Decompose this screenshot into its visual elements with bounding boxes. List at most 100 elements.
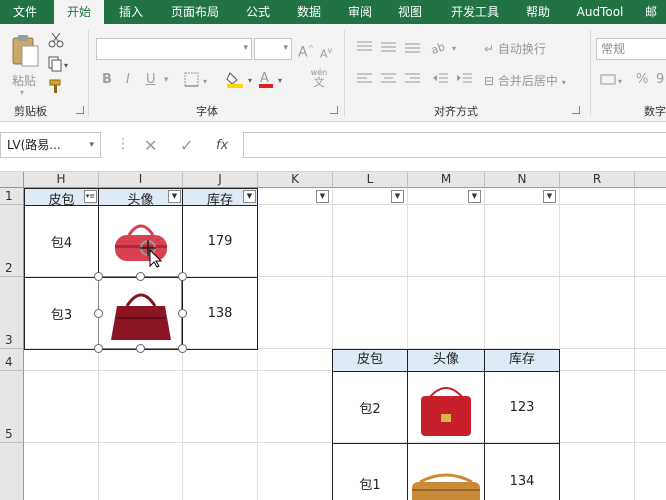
underline-button[interactable]: U xyxy=(146,72,156,88)
font-size-combo[interactable]: ▾ xyxy=(254,38,292,60)
tab-mail[interactable]: 邮 xyxy=(636,0,666,24)
font-name-combo[interactable]: ▾ xyxy=(96,38,252,60)
name-box[interactable]: LV(路易... ▾ xyxy=(0,132,101,158)
filter-dropdown-icon[interactable]: ▼ xyxy=(468,190,481,203)
column-header-n[interactable]: N xyxy=(485,172,560,188)
picture-selection-box xyxy=(98,276,182,349)
tab-help[interactable]: 帮助 xyxy=(516,0,560,24)
table-row-cell[interactable]: 包4 xyxy=(25,206,99,278)
resize-handle[interactable] xyxy=(94,272,103,281)
table-row-cell[interactable]: 包3 xyxy=(25,278,99,350)
number-format-combo[interactable]: 常规 xyxy=(596,38,666,60)
comma-button[interactable]: 9 xyxy=(656,72,664,88)
column-header-r[interactable]: R xyxy=(560,172,635,188)
cancel-icon[interactable]: ✕ xyxy=(144,136,157,155)
align-center-icon[interactable] xyxy=(380,72,398,86)
font-launcher[interactable] xyxy=(330,106,338,114)
tab-developer[interactable]: 开发工具 xyxy=(440,0,510,24)
shrink-font-button[interactable]: Av xyxy=(320,43,332,63)
underline-dropdown[interactable]: ▾ xyxy=(164,72,169,88)
paste-label: 粘贴 xyxy=(12,74,37,88)
font-color-icon[interactable]: A ▾ xyxy=(258,70,286,88)
table-row-cell[interactable]: 179 xyxy=(183,206,258,278)
row-header-5[interactable]: 5 xyxy=(0,371,24,443)
resize-handle[interactable] xyxy=(178,272,187,281)
table-row-cell[interactable]: 138 xyxy=(183,278,258,350)
enter-icon[interactable]: ✓ xyxy=(180,136,193,155)
resize-handle[interactable] xyxy=(94,344,103,353)
resize-handle[interactable] xyxy=(94,309,103,318)
table-row-cell[interactable] xyxy=(408,372,485,444)
filter-dropdown-icon[interactable]: ▼ xyxy=(168,190,181,203)
table-row-cell[interactable]: 包1 xyxy=(333,444,408,500)
tab-file[interactable]: 文件 xyxy=(0,0,50,24)
increase-indent-icon[interactable] xyxy=(456,72,474,86)
tab-view[interactable]: 视图 xyxy=(388,0,432,24)
column-header-k[interactable]: K xyxy=(258,172,333,188)
filter-dropdown-icon[interactable]: ▼ xyxy=(543,190,556,203)
svg-text:A: A xyxy=(260,71,269,86)
row-header-3[interactable]: 3 xyxy=(0,277,24,349)
italic-button[interactable]: I xyxy=(126,72,130,88)
grow-font-button[interactable]: A^ xyxy=(298,41,314,61)
fx-icon[interactable]: fx xyxy=(216,138,228,153)
column-header-i[interactable]: I xyxy=(99,172,183,188)
filter-dropdown-icon[interactable]: ▼ xyxy=(243,190,256,203)
merge-center-button[interactable]: ⊟ 合并后居中 ▾ xyxy=(484,72,566,89)
resize-handle[interactable] xyxy=(136,272,145,281)
formula-input[interactable] xyxy=(243,132,666,158)
align-right-icon[interactable] xyxy=(404,72,422,86)
align-bottom-icon[interactable] xyxy=(404,40,422,54)
phonetic-guide-button[interactable]: wén 文 xyxy=(304,68,334,92)
table-row-cell[interactable]: 包2 xyxy=(333,372,408,444)
resize-handle[interactable] xyxy=(136,344,145,353)
column-header-h[interactable]: H xyxy=(24,172,99,188)
copy-icon[interactable]: ▾ xyxy=(48,56,70,72)
column-header-j[interactable]: J xyxy=(183,172,258,188)
resize-handle[interactable] xyxy=(178,309,187,318)
fill-color-icon[interactable]: ▾ xyxy=(226,70,256,88)
filter-dropdown-icon[interactable]: ▼ xyxy=(391,190,404,203)
filter-active-icon[interactable]: ▾≡ xyxy=(84,190,97,203)
tab-insert[interactable]: 插入 xyxy=(108,0,154,24)
column-header-l[interactable]: L xyxy=(333,172,408,188)
bold-button[interactable]: B xyxy=(102,72,112,88)
select-all-corner[interactable] xyxy=(0,172,24,188)
align-middle-icon[interactable] xyxy=(380,40,398,54)
handbag-picture[interactable] xyxy=(410,472,482,500)
table-1-header-cell: 库存 ▼ xyxy=(183,189,258,208)
handbag-picture[interactable] xyxy=(413,378,479,438)
table-row-cell[interactable]: 123 xyxy=(485,372,560,444)
scissors-icon[interactable] xyxy=(48,32,64,48)
tab-audtool[interactable]: AudTool xyxy=(568,0,632,24)
alignment-launcher[interactable] xyxy=(572,106,580,114)
tab-page-layout[interactable]: 页面布局 xyxy=(160,0,230,24)
row-header-4[interactable]: 4 xyxy=(0,349,24,371)
paste-icon xyxy=(12,35,39,67)
format-painter-icon[interactable] xyxy=(48,78,64,94)
tab-formulas[interactable]: 公式 xyxy=(236,0,280,24)
table-row-cell[interactable] xyxy=(408,444,485,500)
resize-handle[interactable] xyxy=(178,344,187,353)
tab-data[interactable]: 数据 xyxy=(287,0,331,24)
column-header-m[interactable]: M xyxy=(408,172,485,188)
tab-review[interactable]: 审阅 xyxy=(338,0,382,24)
name-box-dropdown-icon[interactable]: ▾ xyxy=(89,133,94,157)
tab-home[interactable]: 开始 xyxy=(54,0,104,24)
align-top-icon[interactable] xyxy=(356,40,374,54)
table-row-cell[interactable]: 134 xyxy=(485,444,560,500)
accounting-format-icon[interactable]: ▾ xyxy=(600,72,624,88)
row-header-2[interactable]: 2 xyxy=(0,205,24,277)
decrease-indent-icon[interactable] xyxy=(432,72,450,86)
ribbon-tab-bar: 文件 开始 插入 页面布局 公式 数据 审阅 视图 开发工具 帮助 AudToo… xyxy=(0,0,666,24)
paste-button[interactable]: 粘贴 ▾ xyxy=(8,34,40,97)
borders-icon[interactable]: ▾ xyxy=(184,72,212,88)
orientation-icon[interactable]: ab ▾ xyxy=(430,38,460,56)
row-header-1[interactable]: 1 xyxy=(0,188,24,205)
align-left-icon[interactable] xyxy=(356,72,374,86)
clipboard-launcher[interactable] xyxy=(76,106,84,114)
percent-button[interactable]: % xyxy=(636,72,648,88)
filter-dropdown-icon[interactable]: ▼ xyxy=(316,190,329,203)
wrap-text-button[interactable]: ↵ 自动换行 xyxy=(484,40,546,57)
font-group-label: 字体 xyxy=(196,105,218,118)
